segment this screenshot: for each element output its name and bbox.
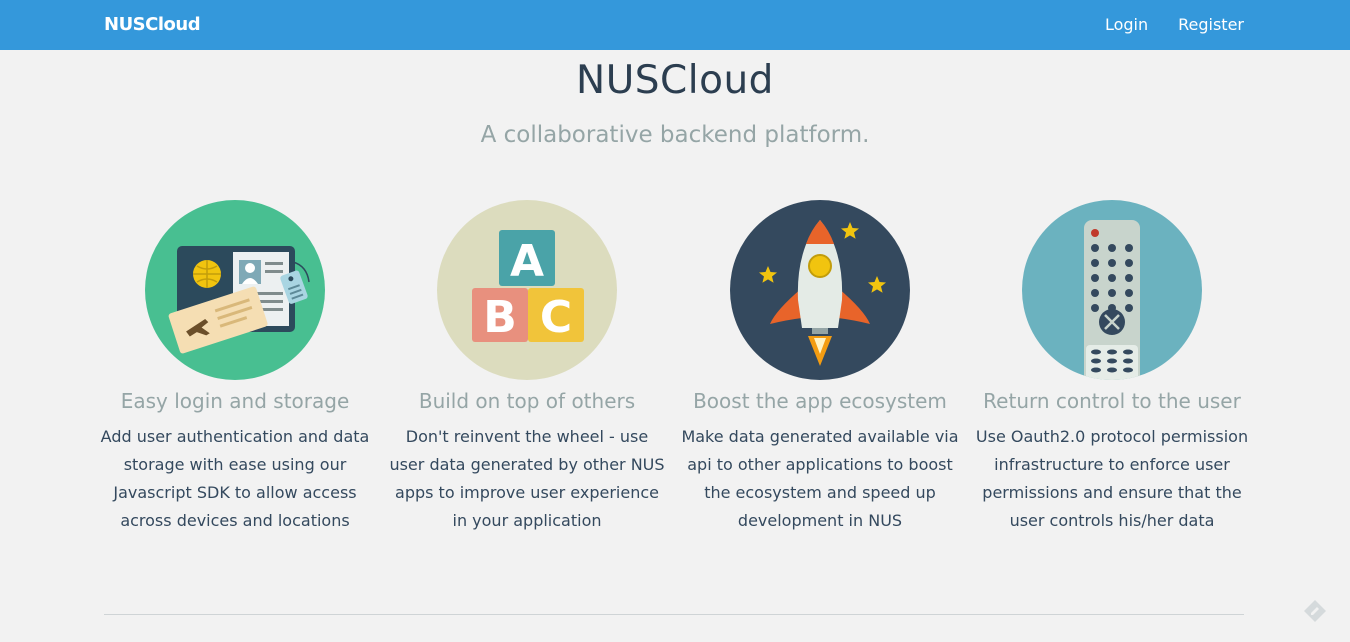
description-line: Javascript SDK to allow access: [113, 483, 357, 502]
remote-control-icon: [1022, 200, 1202, 380]
description-line: development in NUS: [737, 511, 903, 530]
block-letter-a: A: [510, 236, 544, 287]
description-line: user data generated by other NUS: [389, 455, 665, 474]
description-line: Add user authentication and data: [100, 427, 370, 446]
login-link[interactable]: Login: [1105, 0, 1148, 50]
block-letter-c: C: [540, 292, 572, 343]
page-title: NUSCloud: [576, 58, 774, 103]
passport-icon: [145, 200, 325, 380]
block-letter-b: B: [483, 292, 517, 343]
brand-link[interactable]: NUSCloud: [104, 0, 201, 50]
description-line: infrastructure to enforce user: [994, 455, 1230, 474]
feature-user-control: Return control to the user Use Oauth2.0 …: [966, 200, 1258, 535]
feature-description: Make data generated available via api to…: [674, 423, 966, 535]
navbar: NUSCloud Login Register: [0, 0, 1350, 50]
abc-blocks-icon: A B C: [437, 200, 617, 380]
description-line: across devices and locations: [120, 511, 350, 530]
feature-build-on-others: A B C Build on top of others Don't reinv…: [381, 200, 673, 535]
description-line: apps to improve user experience: [395, 483, 659, 502]
description-line: storage with ease using our: [123, 455, 347, 474]
page-subtitle: A collaborative backend platform.: [480, 122, 870, 148]
footer-divider: [104, 614, 1244, 615]
feature-app-ecosystem: Boost the app ecosystem Make data genera…: [674, 200, 966, 535]
register-link[interactable]: Register: [1178, 0, 1244, 50]
description-line: in your application: [452, 511, 602, 530]
description-line: Use Oauth2.0 protocol permission: [975, 427, 1249, 446]
feedback-icon[interactable]: [1302, 598, 1328, 624]
rocket-icon: [730, 200, 910, 380]
feature-title: Return control to the user: [983, 389, 1241, 413]
feature-description: Don't reinvent the wheel - use user data…: [381, 423, 673, 535]
description-line: api to other applications to boost: [687, 455, 953, 474]
description-line: permissions and ensure that the: [982, 483, 1242, 502]
description-line: the ecosystem and speed up: [704, 483, 936, 502]
nav-links: Login Register: [1075, 0, 1244, 50]
description-line: user controls his/her data: [1009, 511, 1215, 530]
feature-description: Use Oauth2.0 protocol permission infrast…: [966, 423, 1258, 535]
feature-title: Boost the app ecosystem: [693, 389, 947, 413]
feature-title: Easy login and storage: [120, 389, 350, 413]
feature-login-storage: Easy login and storage Add user authenti…: [89, 200, 381, 535]
feature-description: Add user authentication and data storage…: [89, 423, 381, 535]
description-line: Make data generated available via: [681, 427, 959, 446]
description-line: Don't reinvent the wheel - use: [405, 427, 649, 446]
feature-title: Build on top of others: [418, 389, 636, 413]
